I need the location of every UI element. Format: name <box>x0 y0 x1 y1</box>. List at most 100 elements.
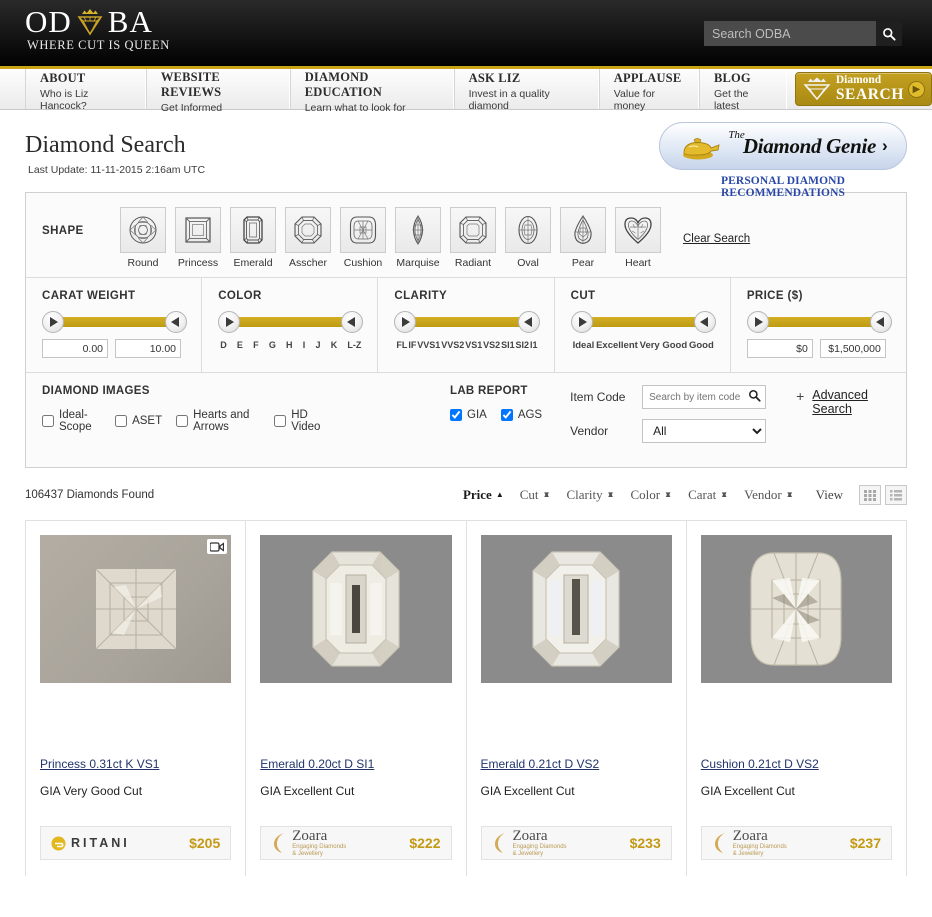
nav-item-about[interactable]: ABOUT Who is Liz Hancock? <box>25 69 146 112</box>
nav-item-website-reviews[interactable]: WEBSITE REVIEWS Get Informed <box>145 69 290 114</box>
checkbox-label: GIA <box>467 409 487 421</box>
clear-search-link[interactable]: Clear Search <box>683 233 750 245</box>
vendor-name-block: Zoara Engaging Diamonds & Jewellery <box>733 828 787 858</box>
video-badge-icon[interactable] <box>207 539 228 554</box>
nav-subtitle: Value for money <box>613 88 656 112</box>
ritani-mark-icon <box>51 836 66 850</box>
sort-cut[interactable]: Cut ▲ ▼ <box>520 487 551 503</box>
checkbox-input[interactable] <box>115 415 128 427</box>
nav-item-applause[interactable]: APPLAUSE Value for money <box>598 69 699 112</box>
diamond-image[interactable] <box>480 535 672 683</box>
checkbox-aset[interactable]: ASET <box>115 409 162 433</box>
clarity-slider-max-handle[interactable] <box>517 311 540 333</box>
diamond-price: $222 <box>409 835 441 851</box>
diamond-genie-button[interactable]: The Diamond Genie › <box>659 122 907 170</box>
advanced-search-link[interactable]: Advanced Search <box>812 388 890 416</box>
checkbox-input[interactable] <box>42 415 54 427</box>
color-slider[interactable] <box>218 311 364 333</box>
vendor-price-bar[interactable]: Zoara Engaging Diamonds & Jewellery $237 <box>700 826 892 860</box>
shape-option-pear[interactable]: Pear <box>560 207 606 269</box>
shape-option-oval[interactable]: Oval <box>505 207 551 269</box>
diamond-image[interactable] <box>40 535 232 683</box>
sort-color[interactable]: Color ▲ ▼ <box>631 487 673 503</box>
diamond-card[interactable]: Princess 0.31ct K VS1 GIA Very Good Cut … <box>26 521 247 876</box>
list-view-button[interactable] <box>885 485 907 505</box>
price-max-input[interactable] <box>819 339 886 358</box>
search-input[interactable] <box>704 21 876 46</box>
color-slider-min-handle[interactable] <box>218 311 241 333</box>
sort-controls: Price ▲ Cut ▲ ▼ Clarity ▲ ▼ Color ▲ ▼ Carat… <box>463 485 907 505</box>
vendor-price-bar[interactable]: Zoara Engaging Diamonds & Jewellery $222 <box>260 826 452 860</box>
diamond-title-link[interactable]: Princess 0.31ct K VS1 <box>40 757 231 771</box>
checkbox-input[interactable] <box>176 415 189 427</box>
vendor-logo: Zoara Engaging Diamonds & Jewellery <box>712 828 787 858</box>
cut-slider[interactable] <box>570 311 716 333</box>
diamond-crown-logo-icon <box>73 7 107 37</box>
checkbox-ags[interactable]: AGS <box>500 409 542 421</box>
price-slider[interactable] <box>746 311 893 333</box>
carat-min-input[interactable] <box>42 339 108 358</box>
advanced-search[interactable]: + Advanced Search <box>796 388 890 453</box>
checkbox-hearts-and-arrows[interactable]: Hearts and Arrows <box>176 409 260 433</box>
shape-option-round[interactable]: Round <box>120 207 166 269</box>
diamond-card[interactable]: Emerald 0.20ct D SI1 GIA Excellent Cut Z… <box>246 521 467 876</box>
site-logo[interactable]: OD BA WHERE CUT IS QUEEN <box>25 6 170 53</box>
shape-option-asscher[interactable]: Asscher <box>285 207 331 269</box>
grid-view-button[interactable] <box>859 485 881 505</box>
carat-slider-max-handle[interactable] <box>165 311 188 333</box>
vendor-name: RITANI <box>71 836 130 850</box>
sort-clarity[interactable]: Clarity ▲ ▼ <box>566 487 614 503</box>
checkbox-gia[interactable]: GIA <box>450 409 487 421</box>
cut-slider-max-handle[interactable] <box>693 311 716 333</box>
vendor-price-bar[interactable]: Zoara Engaging Diamonds & Jewellery $233 <box>480 826 672 860</box>
sort-price[interactable]: Price ▲ <box>463 487 504 503</box>
price-filter: PRICE ($) <box>731 278 906 372</box>
diamond-title-link[interactable]: Emerald 0.20ct D SI1 <box>260 757 451 771</box>
shape-label: Cushion <box>343 257 383 269</box>
checkbox-input[interactable] <box>450 409 462 421</box>
diamond-image[interactable] <box>260 535 452 683</box>
shape-option-heart[interactable]: Heart <box>615 207 661 269</box>
diamond-card[interactable]: Cushion 0.21ct D VS2 GIA Excellent Cut Z… <box>687 521 906 876</box>
carat-slider-min-handle[interactable] <box>42 311 64 333</box>
carat-max-input[interactable] <box>115 339 181 358</box>
shape-option-princess[interactable]: Princess <box>175 207 221 269</box>
price-slider-min-handle[interactable] <box>746 311 769 333</box>
sort-carat[interactable]: Carat ▲ ▼ <box>688 487 728 503</box>
nav-item-ask-liz[interactable]: ASK LIZ Invest in a quality diamond <box>453 69 599 112</box>
checkbox-input[interactable] <box>500 409 513 421</box>
checkbox-ideal-scope[interactable]: Ideal-Scope <box>42 409 101 433</box>
nav-item-diamond-education[interactable]: DIAMOND EDUCATION Learn what to look for <box>289 69 454 114</box>
header-search[interactable] <box>704 21 902 46</box>
sort-vendor[interactable]: Vendor ▲ ▼ <box>744 487 793 503</box>
diamond-title-link[interactable]: Cushion 0.21ct D VS2 <box>701 757 892 771</box>
diamond-search-button[interactable]: Diamond SEARCH ▶ <box>794 72 932 106</box>
tick: VVS2 <box>441 340 465 350</box>
vendor-logo: Zoara Engaging Diamonds & Jewellery <box>271 828 346 858</box>
diamond-emerald-icon <box>243 216 263 244</box>
price-min-input[interactable] <box>746 339 813 358</box>
code-vendor-group: Item Code Vendor All <box>570 385 767 453</box>
main-navigation: ABOUT Who is Liz Hancock? WEBSITE REVIEW… <box>0 66 932 114</box>
vendor-price-bar[interactable]: RITANI $205 <box>40 826 232 860</box>
results-count: 106437 Diamonds Found <box>25 489 155 501</box>
shape-option-cushion[interactable]: Cushion <box>340 207 386 269</box>
color-slider-max-handle[interactable] <box>341 311 364 333</box>
clarity-slider-min-handle[interactable] <box>394 311 417 333</box>
diamond-card[interactable]: Emerald 0.21ct D VS2 GIA Excellent Cut Z… <box>467 521 687 876</box>
shape-option-radiant[interactable]: Radiant <box>450 207 496 269</box>
clarity-slider[interactable] <box>394 311 540 333</box>
cut-slider-min-handle[interactable] <box>570 311 593 333</box>
nav-item-blog[interactable]: BLOG Get the latest <box>698 69 787 112</box>
shape-option-emerald[interactable]: Emerald <box>230 207 276 269</box>
checkbox-hd-video[interactable]: HD Video <box>274 409 324 433</box>
search-icon[interactable] <box>748 389 761 407</box>
diamond-title-link[interactable]: Emerald 0.21ct D VS2 <box>481 757 672 771</box>
price-slider-max-handle[interactable] <box>870 311 893 333</box>
carat-slider[interactable] <box>42 311 188 333</box>
vendor-select[interactable]: All <box>642 419 767 443</box>
checkbox-input[interactable] <box>274 415 287 427</box>
diamond-image[interactable] <box>700 535 892 683</box>
search-button[interactable] <box>876 21 902 46</box>
shape-option-marquise[interactable]: Marquise <box>395 207 441 269</box>
